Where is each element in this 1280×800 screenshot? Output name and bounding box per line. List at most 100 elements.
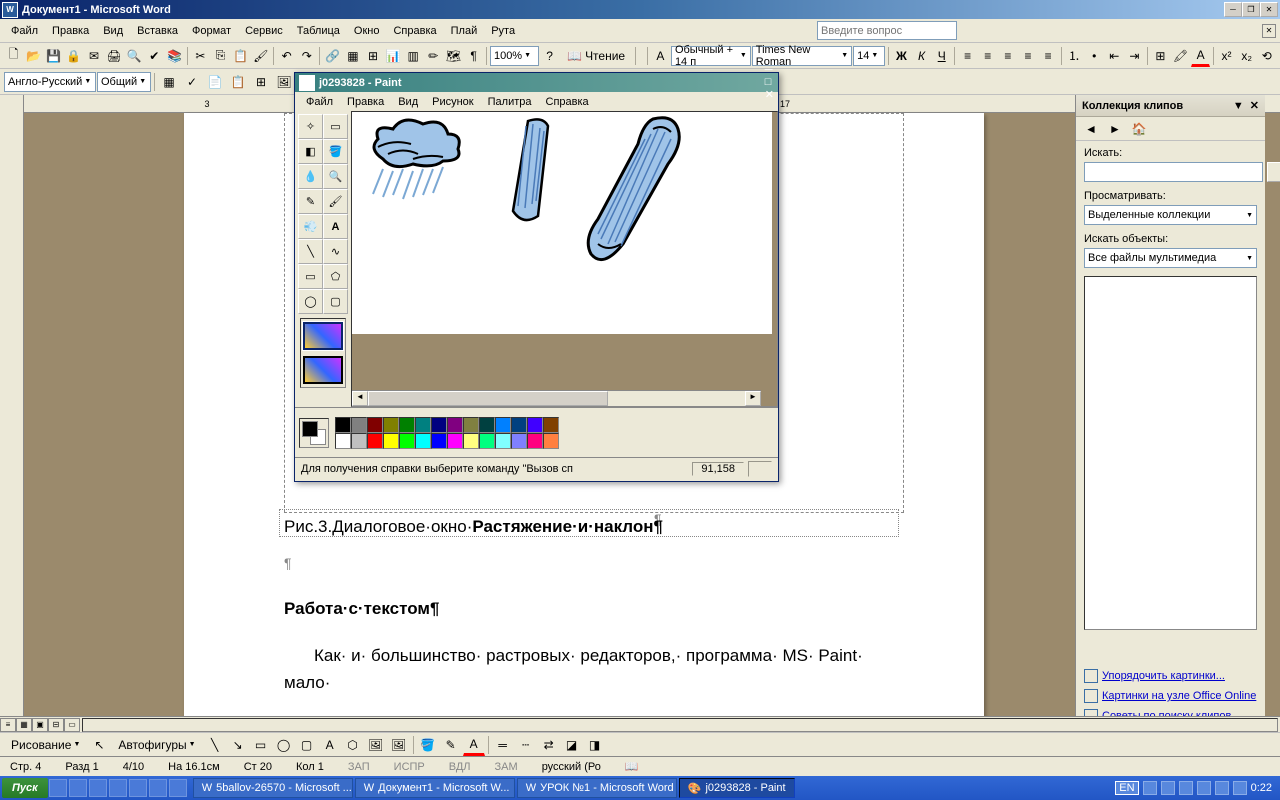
print-view-icon[interactable]: ▣ <box>32 718 48 732</box>
color-swatch[interactable] <box>447 433 463 449</box>
underline-icon[interactable]: Ч <box>932 45 951 67</box>
read-mode-button[interactable]: 📖Чтение <box>560 45 632 67</box>
tb2-icon-3[interactable]: 📄 <box>204 71 226 93</box>
paint-menu-edit[interactable]: Правка <box>340 94 391 110</box>
paint-minimize-button[interactable]: ─ <box>765 64 774 76</box>
menu-edit[interactable]: Правка <box>45 23 96 39</box>
tray-clock[interactable]: 0:22 <box>1251 782 1272 794</box>
current-colors[interactable] <box>299 418 329 448</box>
rect-select-tool[interactable]: ▭ <box>323 114 348 139</box>
doc-map-icon[interactable]: 🗺 <box>444 45 463 67</box>
menu-play[interactable]: Плай <box>444 23 485 39</box>
oval-icon[interactable]: ◯ <box>273 734 295 756</box>
clip-search-button[interactable]: Начать <box>1267 162 1280 182</box>
paint-menu-image[interactable]: Рисунок <box>425 94 481 110</box>
color-swatch[interactable] <box>463 417 479 433</box>
new-doc-icon[interactable]: 🗋 <box>4 45 23 67</box>
research-icon[interactable]: 📚 <box>165 45 184 67</box>
page-content[interactable]: Рис.3.Диалоговое·окно·Растяжение·и·накло… <box>284 513 894 696</box>
arrow-style-icon[interactable]: ⇄ <box>538 734 560 756</box>
picture-icon[interactable]: 🖼 <box>388 734 410 756</box>
paint-maximize-button[interactable]: □ <box>765 76 774 88</box>
paste-icon[interactable]: 📋 <box>231 45 250 67</box>
menu-insert[interactable]: Вставка <box>130 23 185 39</box>
open-icon[interactable]: 📂 <box>24 45 43 67</box>
tray-lang[interactable]: EN <box>1115 781 1138 795</box>
autoshapes-button[interactable]: Автофигуры ▼ <box>111 734 202 756</box>
tb2-icon-4[interactable]: 📋 <box>227 71 249 93</box>
rect-tool[interactable]: ▭ <box>298 264 323 289</box>
decrease-indent-icon[interactable]: ⇤ <box>1105 45 1124 67</box>
textbox-icon[interactable]: ▢ <box>296 734 318 756</box>
arrow-icon[interactable]: ↘ <box>227 734 249 756</box>
opt-transparent[interactable] <box>303 356 343 384</box>
doc-close-button[interactable]: ✕ <box>1262 24 1276 38</box>
minimize-button[interactable]: ─ <box>1224 2 1242 17</box>
tray-icon-2[interactable] <box>1161 781 1175 795</box>
clip-organize-link[interactable]: Упорядочить картинки... <box>1084 666 1257 686</box>
tb2-icon-5[interactable]: ⊞ <box>250 71 272 93</box>
picker-tool[interactable]: 💧 <box>298 164 323 189</box>
bullets-icon[interactable]: • <box>1085 45 1104 67</box>
lang-pair-combo[interactable]: Англо-Русский▼ <box>4 72 96 92</box>
color-swatch[interactable] <box>543 417 559 433</box>
color-swatch[interactable] <box>447 417 463 433</box>
brush-tool[interactable]: 🖌 <box>323 189 348 214</box>
ask-question-input[interactable] <box>817 21 957 40</box>
select-objects-icon[interactable]: ↖ <box>88 734 110 756</box>
zoom-combo[interactable]: 100%▼ <box>490 46 539 66</box>
eraser-tool[interactable]: ◧ <box>298 139 323 164</box>
rectangle-icon[interactable]: ▭ <box>250 734 272 756</box>
color-swatch[interactable] <box>335 433 351 449</box>
align-center-icon[interactable]: ≡ <box>978 45 997 67</box>
tray-icon-6[interactable] <box>1233 781 1247 795</box>
undo-icon[interactable]: ↶ <box>277 45 296 67</box>
pencil-tool[interactable]: ✎ <box>298 189 323 214</box>
task-5ballov[interactable]: W5ballov-26570 - Microsoft ... <box>193 778 353 798</box>
clip-home-icon[interactable]: 🏠 <box>1128 118 1150 140</box>
menu-help[interactable]: Справка <box>386 23 443 39</box>
h-scrollbar[interactable] <box>82 718 1278 732</box>
common-combo[interactable]: Общий▼ <box>97 72 151 92</box>
3d-icon[interactable]: ◨ <box>584 734 606 756</box>
align-left-icon[interactable]: ≡ <box>958 45 977 67</box>
copy-icon[interactable]: ⎘ <box>211 45 230 67</box>
paint-menu-file[interactable]: Файл <box>299 94 340 110</box>
tool-options[interactable] <box>300 318 346 388</box>
menu-view[interactable]: Вид <box>96 23 130 39</box>
shadow-icon[interactable]: ◪ <box>561 734 583 756</box>
color-swatch[interactable] <box>511 417 527 433</box>
line-color-icon[interactable]: ✎ <box>440 734 462 756</box>
increase-indent-icon[interactable]: ⇥ <box>1125 45 1144 67</box>
tray-icon-1[interactable] <box>1143 781 1157 795</box>
polygon-tool[interactable]: ⬠ <box>323 264 348 289</box>
save-icon[interactable]: 💾 <box>44 45 63 67</box>
drawing-icon[interactable]: ✏ <box>424 45 443 67</box>
color-swatch[interactable] <box>415 417 431 433</box>
menu-ruta[interactable]: Рута <box>484 23 522 39</box>
permission-icon[interactable]: 🔒 <box>64 45 83 67</box>
align-right-icon[interactable]: ≡ <box>998 45 1017 67</box>
task-urok[interactable]: WУРОК №1 - Microsoft Word <box>517 778 677 798</box>
color-swatch[interactable] <box>543 433 559 449</box>
fill-color-icon[interactable]: 🪣 <box>417 734 439 756</box>
draw-menu-button[interactable]: Рисование ▼ <box>4 734 87 756</box>
clip-browse-select[interactable]: Выделенные коллекции▼ <box>1084 205 1257 225</box>
color-swatch[interactable] <box>431 417 447 433</box>
justify-icon[interactable]: ≡ <box>1018 45 1037 67</box>
color-swatch[interactable] <box>415 433 431 449</box>
borders-icon[interactable]: ⊞ <box>1151 45 1170 67</box>
more-icon[interactable]: ⟲ <box>1257 45 1276 67</box>
tb2-icon-6[interactable]: 🖼 <box>273 71 295 93</box>
font-combo[interactable]: Times New Roman▼ <box>752 46 852 66</box>
paint-title-bar[interactable]: j0293828 - Paint ─ □ ✕ <box>295 73 778 92</box>
clip-online-link[interactable]: Картинки на узле Office Online <box>1084 686 1257 706</box>
spelling-icon[interactable]: ✔ <box>145 45 164 67</box>
redo-icon[interactable]: ↷ <box>297 45 316 67</box>
color-swatch[interactable] <box>463 433 479 449</box>
color-swatch[interactable] <box>495 433 511 449</box>
curve-tool[interactable]: ∿ <box>323 239 348 264</box>
ql-app1-icon[interactable] <box>109 779 127 797</box>
task-doc1[interactable]: WДокумент1 - Microsoft W... <box>355 778 515 798</box>
opt-opaque[interactable] <box>303 322 343 350</box>
